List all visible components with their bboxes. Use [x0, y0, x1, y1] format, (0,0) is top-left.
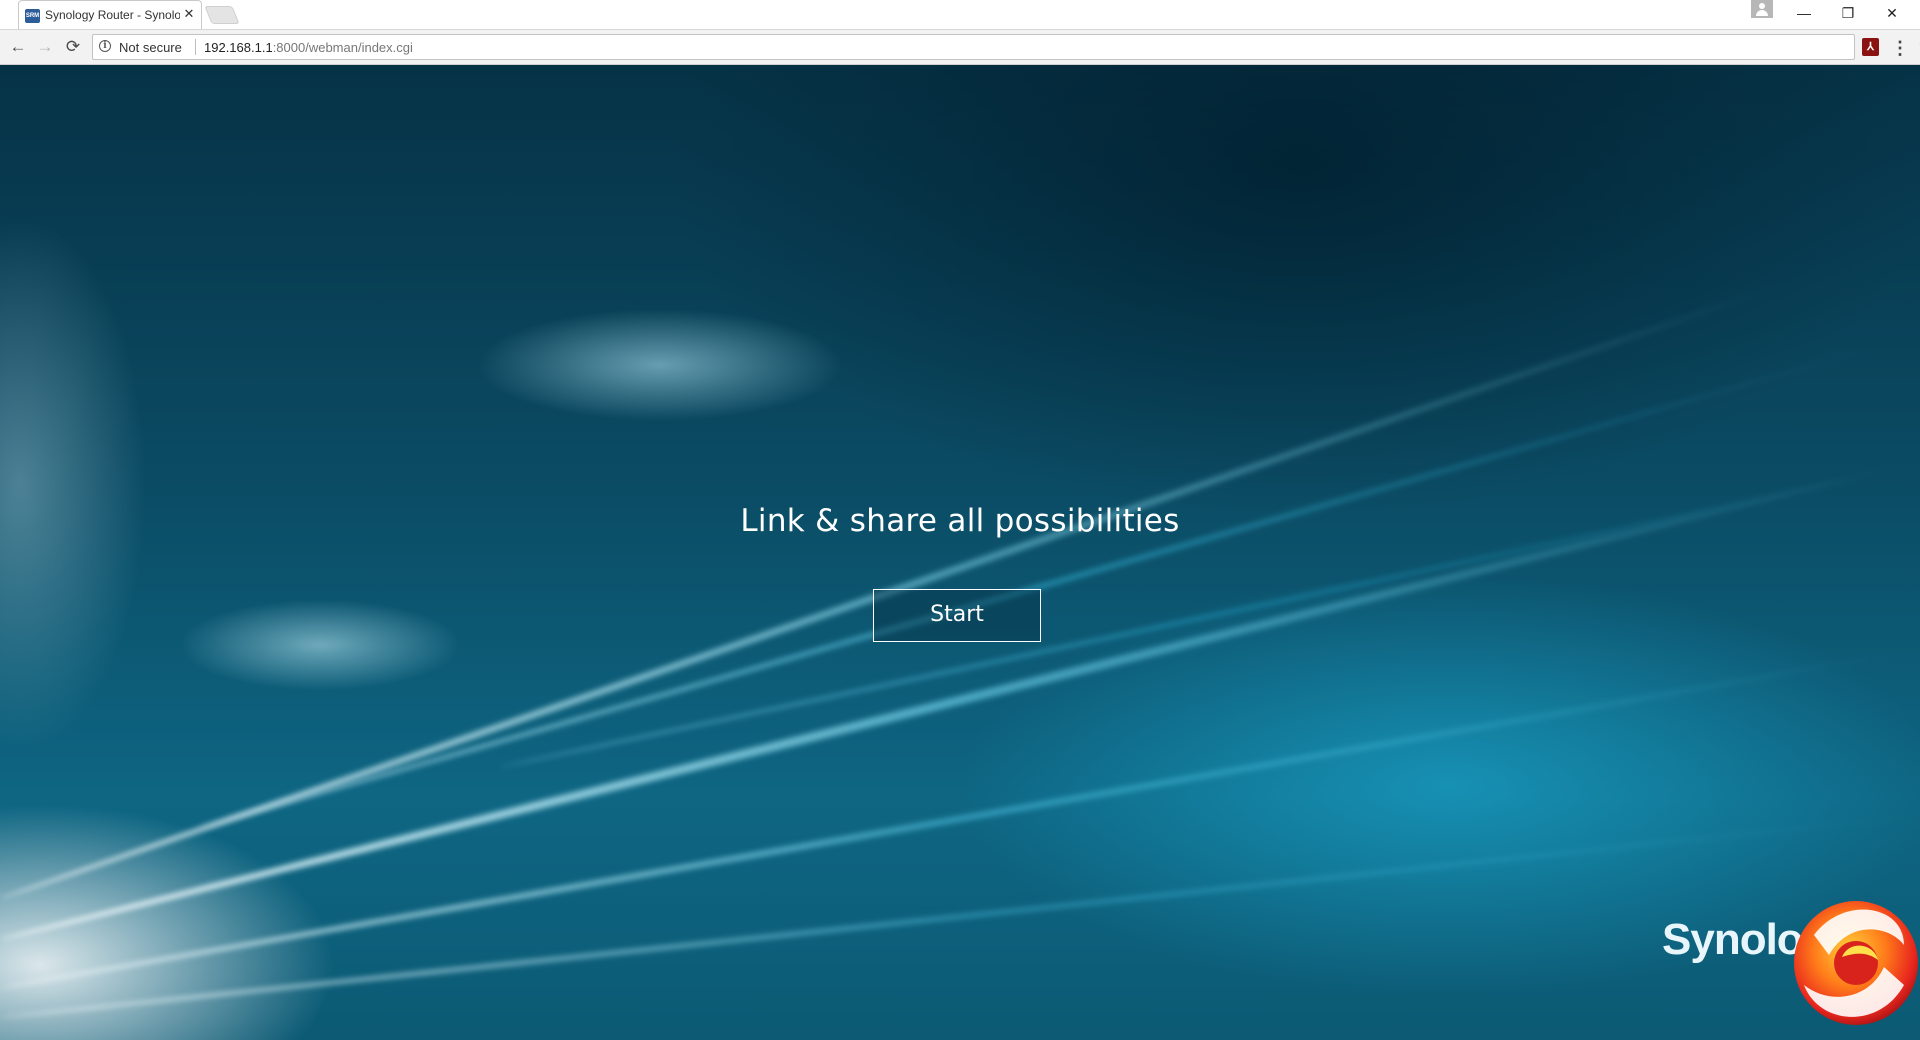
light-streak [0, 811, 1920, 1020]
synology-welcome-page: Link & share all possibilities Start Syn… [0, 65, 1920, 1040]
security-indicator[interactable]: Not secure [119, 40, 182, 55]
restore-button[interactable]: ❐ [1826, 0, 1870, 26]
start-button[interactable]: Start [873, 589, 1041, 642]
url-divider [195, 39, 196, 55]
forward-button[interactable]: → [33, 35, 57, 59]
pdf-extension-icon[interactable]: ⅄ [1862, 38, 1879, 56]
tab-strip: SRM Synology Router - Synology ✕ — ❐ ✕ [0, 0, 1920, 30]
browser-window: SRM Synology Router - Synology ✕ — ❐ ✕ ←… [0, 0, 1920, 1040]
minimize-button[interactable]: — [1782, 0, 1826, 26]
synology-favicon-icon: SRM [25, 9, 40, 23]
url-text[interactable]: 192.168.1.1:8000/webman/index.cgi [204, 40, 413, 55]
tab-close-icon[interactable]: ✕ [182, 7, 196, 21]
url-path: :8000/webman/index.cgi [272, 40, 413, 55]
browser-toolbar: ← → ⟳ i Not secure 192.168.1.1:8000/webm… [0, 30, 1920, 65]
tab-title: Synology Router - Synology [45, 8, 180, 22]
star-icon[interactable]: ☆ [1916, 36, 1920, 58]
watermark-logo-icon [1794, 901, 1918, 1025]
new-tab-button[interactable] [204, 6, 240, 24]
light-streak [199, 342, 1883, 830]
info-icon[interactable]: i [99, 40, 111, 52]
tab-synology-router[interactable]: SRM Synology Router - Synology ✕ [18, 0, 202, 29]
menu-icon[interactable]: ⋮ [1890, 36, 1910, 60]
page-headline: Link & share all possibilities [740, 503, 1180, 539]
reload-button[interactable]: ⟳ [61, 35, 85, 59]
back-button[interactable]: ← [6, 35, 30, 59]
profile-icon[interactable] [1751, 0, 1773, 18]
url-host: 192.168.1.1 [204, 40, 273, 55]
close-window-button[interactable]: ✕ [1870, 0, 1914, 26]
address-bar[interactable]: i Not secure 192.168.1.1:8000/webman/ind… [92, 34, 1920, 60]
